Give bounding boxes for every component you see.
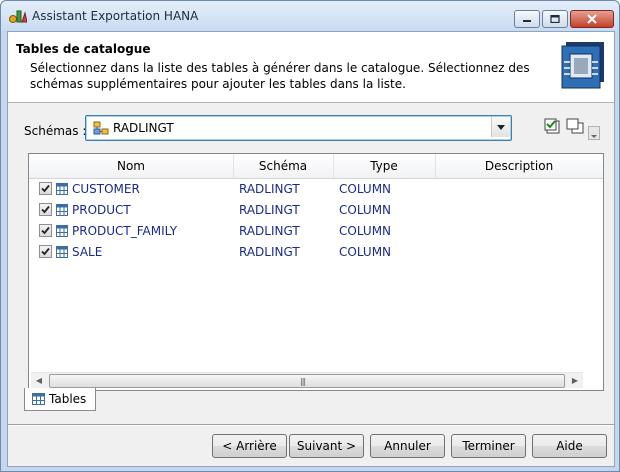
dialog-window: Assistant Exportation HANA Tables de cat… <box>0 0 620 472</box>
back-button[interactable]: < Arrière <box>212 434 287 458</box>
row-checkbox[interactable] <box>39 224 52 237</box>
tables-grid: Nom Schéma Type Description CUSTOMER RAD… <box>28 153 604 391</box>
schema-icon <box>93 121 109 135</box>
row-schema: RADLINGT <box>239 203 300 217</box>
row-checkbox[interactable] <box>39 245 52 258</box>
checkmark-icon <box>41 205 50 214</box>
row-schema: RADLINGT <box>239 245 300 259</box>
table-row[interactable]: PRODUCT_FAMILY RADLINGT COLUMN <box>29 221 603 242</box>
row-schema: RADLINGT <box>239 224 300 238</box>
title-bar[interactable]: Assistant Exportation HANA <box>1 1 619 31</box>
row-name: PRODUCT <box>72 203 131 217</box>
window-title: Assistant Exportation HANA <box>32 9 199 23</box>
row-checkbox[interactable] <box>39 203 52 216</box>
close-button[interactable] <box>570 10 614 28</box>
column-header-description[interactable]: Description <box>435 154 603 178</box>
minimize-icon <box>523 20 531 22</box>
scroll-left-icon[interactable]: ◀ <box>31 373 47 388</box>
row-name: CUSTOMER <box>72 182 140 196</box>
checkmark-icon <box>41 226 50 235</box>
table-icon <box>32 393 45 405</box>
column-header-schema[interactable]: Schéma <box>233 154 334 178</box>
table-icon <box>56 246 68 258</box>
copy-icon[interactable] <box>566 118 584 134</box>
row-schema: RADLINGT <box>239 182 300 196</box>
schemas-label: Schémas : <box>24 124 87 138</box>
schemas-dropdown[interactable]: RADLINGT <box>85 115 512 141</box>
scroll-right-icon[interactable]: ▶ <box>567 373 583 388</box>
grip-icon: ||| <box>300 377 306 386</box>
row-type: COLUMN <box>339 203 392 217</box>
toolbar-overflow-icon[interactable] <box>588 126 600 140</box>
row-name: SALE <box>72 245 103 259</box>
horizontal-scrollbar[interactable]: ◀ ||| ▶ <box>31 372 583 388</box>
row-type: COLUMN <box>339 224 392 238</box>
app-icon <box>9 10 27 23</box>
page-title: Tables de catalogue <box>16 42 151 56</box>
help-button[interactable]: Aide <box>532 434 607 458</box>
cancel-button[interactable]: Annuler <box>370 434 445 458</box>
next-button[interactable]: Suivant > <box>289 434 364 458</box>
row-checkbox[interactable] <box>39 182 52 195</box>
row-type: COLUMN <box>339 245 392 259</box>
chevron-down-icon <box>497 124 505 130</box>
page-description: Sélectionnez dans la liste des tables à … <box>30 61 530 91</box>
table-icon <box>56 183 68 195</box>
row-name: PRODUCT_FAMILY <box>72 224 178 238</box>
finish-button[interactable]: Terminer <box>451 434 526 458</box>
chip-icon <box>561 42 604 89</box>
schemas-selected-value: RADLINGT <box>113 121 174 135</box>
select-all-icon[interactable] <box>544 118 560 134</box>
dropdown-arrow[interactable] <box>491 117 510 137</box>
row-type: COLUMN <box>339 182 392 196</box>
checkmark-icon <box>41 247 50 256</box>
table-row[interactable]: CUSTOMER RADLINGT COLUMN <box>29 179 603 200</box>
table-row[interactable]: PRODUCT RADLINGT COLUMN <box>29 200 603 221</box>
maximize-icon <box>550 15 560 23</box>
minimize-button[interactable] <box>514 10 540 28</box>
maximize-button[interactable] <box>542 10 568 28</box>
footer-separator <box>8 424 614 426</box>
grid-header: Nom Schéma Type Description <box>29 154 603 179</box>
tab-label: Tables <box>49 392 87 406</box>
checkmark-icon <box>41 184 50 193</box>
table-icon <box>56 204 68 216</box>
close-icon <box>587 14 597 24</box>
table-icon <box>56 225 68 237</box>
dialog-body: Tables de catalogue Sélectionnez dans la… <box>7 31 615 467</box>
column-header-name[interactable]: Nom <box>29 154 234 178</box>
column-header-type[interactable]: Type <box>333 154 436 178</box>
wizard-header: Tables de catalogue Sélectionnez dans la… <box>8 32 614 103</box>
tab-tables[interactable]: Tables <box>24 388 96 411</box>
table-row[interactable]: SALE RADLINGT COLUMN <box>29 242 603 263</box>
scrollbar-thumb[interactable]: ||| <box>49 374 565 388</box>
